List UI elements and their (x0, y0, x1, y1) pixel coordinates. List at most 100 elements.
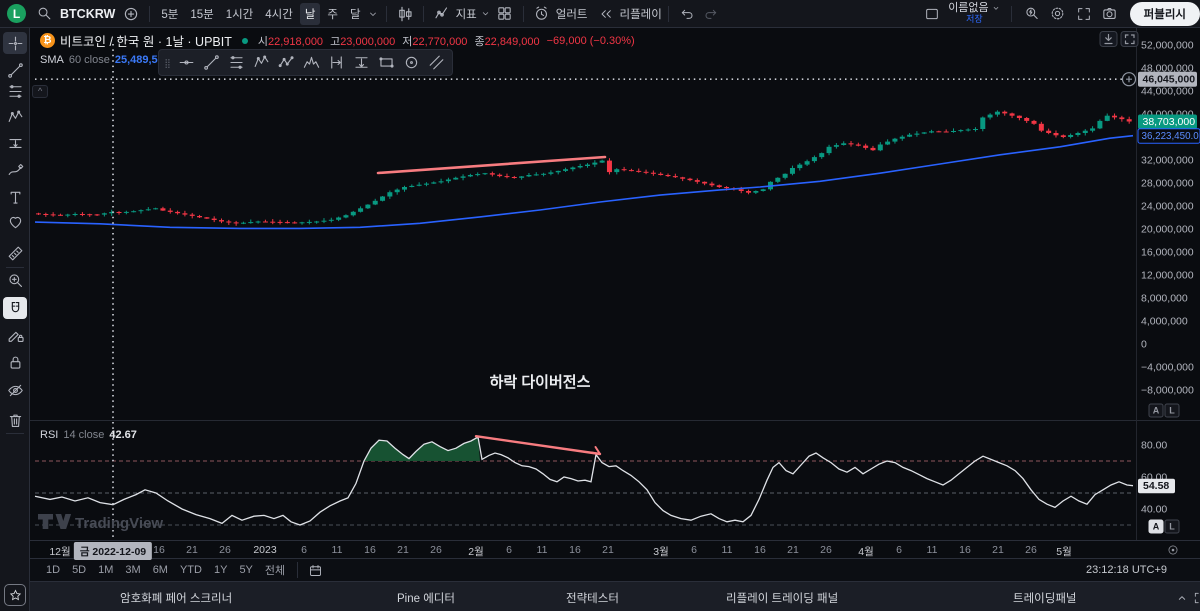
search-icon (32, 2, 56, 26)
trend-line-tool[interactable] (199, 52, 223, 74)
tab-트레이딩패널[interactable]: 트레이딩패널 (1013, 590, 1076, 606)
drag-handle-icon[interactable]: ⣿ (163, 61, 173, 65)
indicators-button[interactable]: 지표 (430, 2, 493, 26)
tab-Pine 에디터[interactable]: Pine 에디터 (397, 590, 455, 606)
tab-리플레이 트레이딩 패널[interactable]: 리플레이 트레이딩 패널 (726, 590, 838, 606)
time-label: 3월 (653, 544, 669, 559)
rsi-legend[interactable]: RSI 14 close 42.67 (40, 426, 137, 443)
tab-전략테스터[interactable]: 전략테스터 (566, 590, 619, 606)
replay-icon (594, 2, 618, 26)
time-label: 4월 (858, 544, 874, 559)
screenshot-camera-icon[interactable] (1098, 2, 1122, 26)
horizontal-line-tool[interactable] (174, 52, 198, 74)
floating-drawing-toolbar[interactable]: ⣿ (158, 49, 453, 76)
redo-icon[interactable] (699, 2, 723, 26)
svg-text:0: 0 (1141, 339, 1147, 351)
range-1Y[interactable]: 1Y (208, 562, 233, 578)
time-label: 21 (787, 544, 799, 556)
text-tool[interactable] (3, 186, 27, 208)
svg-text:80.00: 80.00 (1141, 440, 1167, 452)
indicator-templates-icon[interactable] (493, 2, 517, 26)
panel-maximize-icon[interactable] (1188, 586, 1200, 610)
time-label: 21 (992, 544, 1004, 556)
layout-name-menu[interactable]: 이름없음 저장 (948, 3, 1000, 24)
tradingview-logo-icon (38, 514, 53, 529)
alert-button[interactable]: 얼러트 (530, 2, 588, 26)
layout-icon[interactable] (920, 2, 944, 26)
compare-add-icon[interactable] (119, 2, 143, 26)
favorites-star-button[interactable] (4, 584, 26, 606)
chart-canvas[interactable]: 하락 다이버전스TradingView52,000,00048,000,0004… (30, 28, 1200, 540)
stay-drawing-mode-tool[interactable] (3, 324, 27, 346)
ohlc-item: 저22,770,000 (402, 32, 467, 50)
lock-drawings-tool[interactable] (3, 351, 27, 373)
go-to-date-calendar-icon[interactable] (304, 560, 326, 580)
symbol-search[interactable]: BTCKRW (32, 2, 119, 26)
brush-tool[interactable] (3, 159, 27, 181)
time-label: 11 (927, 544, 938, 556)
go-to-realtime-icon[interactable] (1166, 543, 1180, 557)
settings-gear-icon[interactable] (1046, 2, 1070, 26)
abcd-pattern-tool[interactable] (274, 52, 298, 74)
pane-maximize-icon (1121, 32, 1138, 47)
elliott-wave-tool[interactable] (249, 52, 273, 74)
tab-암호화폐 페어 스크리너[interactable]: 암호화폐 페어 스크리너 (120, 590, 232, 606)
range-5D[interactable]: 5D (66, 562, 92, 578)
timeframe-1시간[interactable]: 1시간 (221, 3, 259, 25)
emoji-tool[interactable] (3, 211, 27, 233)
tradingview-watermark: TradingView (75, 515, 163, 532)
xabcd-pattern-tool[interactable] (3, 106, 27, 128)
magnet-tool[interactable] (3, 297, 27, 319)
range-3M[interactable]: 3M (119, 562, 146, 578)
timeframe-4시간[interactable]: 4시간 (260, 3, 298, 25)
legend-collapse-button[interactable]: ^ (32, 85, 48, 98)
range-5Y[interactable]: 5Y (233, 562, 258, 578)
svg-text:4,000,000: 4,000,000 (1141, 316, 1188, 328)
divider (297, 562, 298, 578)
crosshair-date-label: 금 2022-12-09 (74, 542, 152, 560)
clock-label[interactable]: 23:12:18 UTC+9 (1086, 564, 1167, 576)
circle-tool[interactable] (399, 52, 423, 74)
range-1D[interactable]: 1D (40, 562, 66, 578)
chart-type-candles-icon[interactable] (393, 2, 417, 26)
range-1M[interactable]: 1M (92, 562, 119, 578)
undo-icon[interactable] (675, 2, 699, 26)
indicators-chevron-icon[interactable] (479, 2, 493, 26)
fib-retracement-tool[interactable] (3, 80, 27, 102)
publish-button[interactable]: 퍼블리시 (1130, 2, 1200, 26)
ohlc-values: 시22,918,000고23,000,000저22,770,000종22,849… (258, 32, 540, 50)
range-6M[interactable]: 6M (147, 562, 174, 578)
timeframe-15분[interactable]: 15분 (185, 3, 218, 25)
quick-search-icon[interactable] (1020, 2, 1044, 26)
range-YTD[interactable]: YTD (174, 562, 208, 578)
ruler-tool[interactable] (3, 242, 27, 264)
parallel-channel-tool[interactable] (424, 52, 448, 74)
user-avatar[interactable]: L (7, 4, 26, 23)
price-range-tool[interactable] (349, 52, 373, 74)
svg-text:44,000,000: 44,000,000 (1141, 86, 1194, 98)
range-전체[interactable]: 전체 (259, 560, 291, 580)
zoom-in-tool[interactable] (3, 269, 27, 291)
divergence-annotation: 하락 다이버전스 (490, 373, 591, 391)
date-range-tool[interactable] (324, 52, 348, 74)
timeframe-5분[interactable]: 5분 (156, 3, 183, 25)
position-forecast-tool[interactable] (3, 132, 27, 154)
time-label: 12월 (49, 544, 70, 559)
symbol-title[interactable]: 비트코인 / 한국 원 · 1날 · UPBIT (60, 31, 232, 50)
fullscreen-icon[interactable] (1072, 2, 1096, 26)
fib-levels-tool[interactable] (224, 52, 248, 74)
timeframe-달[interactable]: 달 (345, 3, 366, 25)
cursor-crosshair-tool[interactable] (3, 32, 27, 54)
replay-button[interactable]: 리플레이 (594, 2, 662, 26)
hide-drawings-tool[interactable] (3, 379, 27, 401)
save-button[interactable]: 저장 (966, 14, 983, 24)
timeframe-주[interactable]: 주 (322, 3, 343, 25)
head-shoulders-tool[interactable] (299, 52, 323, 74)
timeframe-list: 5분15분1시간4시간날주달 (156, 3, 365, 25)
timeframe-menu-chevron-icon[interactable] (366, 2, 380, 26)
timeframe-날[interactable]: 날 (300, 3, 321, 25)
rectangle-tool[interactable] (374, 52, 398, 74)
trend-line-tool[interactable] (3, 59, 27, 81)
remove-drawings-tool[interactable] (3, 409, 27, 431)
time-axis[interactable]: 12월16212620236111621262월61116213월6111621… (30, 540, 1200, 558)
